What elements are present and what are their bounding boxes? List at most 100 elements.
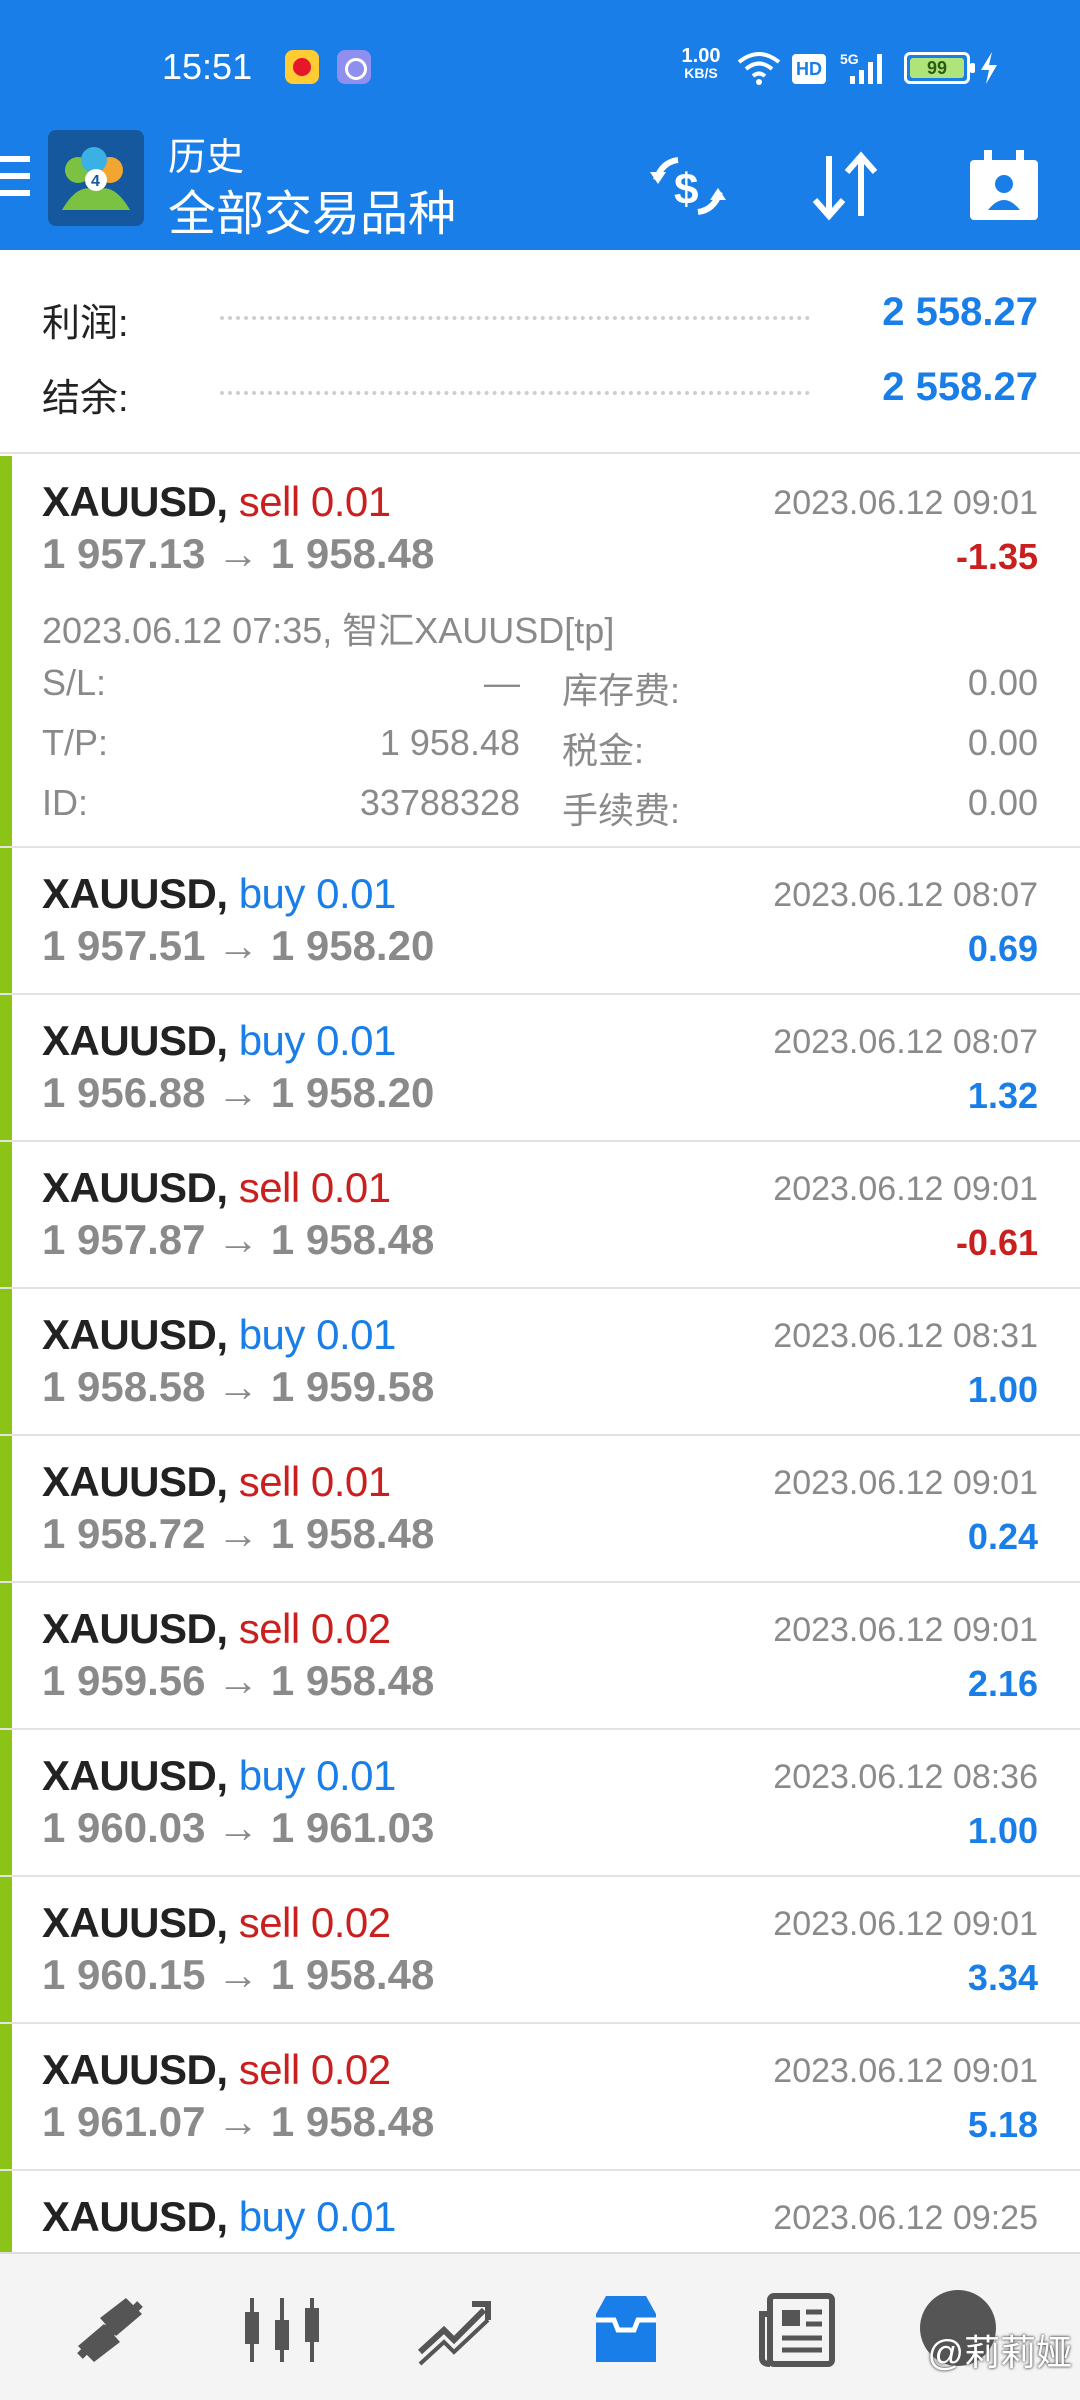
news-icon[interactable] (758, 2290, 838, 2370)
commission-value: 0.00 (967, 782, 1038, 823)
trade-close-time: 2023.06.12 09:01 (773, 1905, 1038, 1943)
page-title: 历史 (168, 137, 245, 179)
trade-close-time: 2023.06.12 09:01 (773, 1464, 1038, 1502)
trade-prices: 1 960.15 → 1 958.48 (42, 1951, 435, 1998)
trade-close-time: 2023.06.12 09:01 (773, 1611, 1038, 1649)
trade-status-bar (0, 1583, 12, 1728)
id-label: ID: (42, 782, 89, 823)
trade-close-time: 2023.06.12 08:07 (773, 1023, 1038, 1061)
trade-close-time: 2023.06.12 08:36 (773, 1758, 1038, 1796)
trade-status-bar (0, 2024, 12, 2169)
trade-history-list[interactable]: XAUUSD, sell 0.01 1 957.13 → 1 958.48 20… (0, 456, 1080, 2252)
trade-icon[interactable] (414, 2290, 494, 2370)
trade-row[interactable]: XAUUSD, sell 0.01 1 957.13 → 1 958.48 20… (0, 456, 1080, 848)
trade-profit: -1.35 (955, 536, 1038, 577)
trade-prices: 1 956.88 → 1 958.20 (42, 1069, 435, 1116)
currency-exchange-icon[interactable]: $ (648, 146, 728, 226)
sl-label: S/L: (42, 662, 107, 703)
app-bar: 4 历史 全部交易品种 $ (0, 126, 1080, 250)
trade-title: XAUUSD, buy 0.01 (42, 1752, 396, 1800)
trade-side: sell 0.02 (238, 1605, 391, 1652)
trade-profit: 1.00 (967, 1369, 1038, 1410)
trade-status-bar (0, 1436, 12, 1581)
trade-prices: 1 958.72 → 1 958.48 (42, 1510, 435, 1557)
trade-side: sell 0.01 (238, 478, 391, 525)
trade-profit: 2.16 (967, 1663, 1038, 1704)
trade-symbol: XAUUSD, (42, 870, 228, 917)
top-bar: 15:51 1.00 KB/S HD 5G 99 4 历史 全部交易品种 $ (0, 0, 1080, 250)
sort-icon[interactable] (805, 146, 885, 226)
trade-profit: -0.61 (955, 1222, 1038, 1263)
trade-symbol: XAUUSD, (42, 1017, 228, 1064)
trade-profit: 0.24 (967, 1516, 1038, 1557)
trade-side: sell 0.02 (238, 2046, 391, 2093)
trade-prices: 1 957.51 → 1 958.20 (42, 922, 435, 969)
trade-title: XAUUSD, sell 0.02 (42, 1899, 391, 1947)
swap-value: 0.00 (967, 662, 1038, 703)
trade-profit: 3.34 (967, 1957, 1038, 1998)
trade-row[interactable]: XAUUSD, sell 0.02 1 959.56 → 1 958.48 20… (0, 1583, 1080, 1730)
trade-prices: 1 961.07 → 1 958.48 (42, 2098, 435, 2145)
trade-status-bar (0, 848, 12, 993)
menu-icon[interactable] (0, 156, 30, 202)
trade-close-time: 2023.06.12 09:01 (773, 2052, 1038, 2090)
weibo-notification-icon (285, 50, 319, 84)
status-time: 15:51 (162, 46, 253, 87)
trade-side: sell 0.01 (238, 1458, 391, 1505)
id-value: 33788328 (359, 782, 520, 823)
trade-symbol: XAUUSD, (42, 2046, 228, 2093)
trade-close-time: 2023.06.12 09:25 (773, 2199, 1038, 2237)
status-bar: 15:51 1.00 KB/S HD 5G 99 (0, 0, 1080, 126)
trade-row[interactable]: XAUUSD, buy 0.01 1 956.88 → 1 958.20 202… (0, 995, 1080, 1142)
chart-candles-icon[interactable] (242, 2290, 322, 2370)
trade-status-bar (0, 2171, 12, 2252)
trade-close-time: 2023.06.12 09:01 (773, 484, 1038, 522)
trade-row[interactable]: XAUUSD, sell 0.01 1 957.87 → 1 958.48 20… (0, 1142, 1080, 1289)
quotes-icon[interactable] (70, 2290, 150, 2370)
trade-row[interactable]: XAUUSD, buy 0.01 2023.06.12 09:25 (0, 2171, 1080, 2252)
trade-symbol: XAUUSD, (42, 1164, 228, 1211)
trade-status-bar (0, 1877, 12, 2022)
trade-side: buy 0.01 (238, 1752, 397, 1799)
trade-prices: 1 960.03 → 1 961.03 (42, 1804, 435, 1851)
trade-status-bar (0, 995, 12, 1140)
history-inbox-icon[interactable] (586, 2290, 666, 2370)
trade-close-time: 2023.06.12 08:31 (773, 1317, 1038, 1355)
svg-text:$: $ (674, 165, 698, 214)
trade-title: XAUUSD, sell 0.01 (42, 1458, 391, 1506)
trade-title: XAUUSD, sell 0.01 (42, 1164, 391, 1212)
balance-row: 结余: 2 558.27 (42, 361, 1038, 421)
trade-symbol: XAUUSD, (42, 2193, 228, 2240)
balance-label: 结余: (42, 378, 129, 420)
trade-close-time: 2023.06.12 08:07 (773, 876, 1038, 914)
signal-icon: 5G (840, 51, 882, 84)
trade-status-bar (0, 1730, 12, 1875)
trade-row[interactable]: XAUUSD, buy 0.01 1 960.03 → 1 961.03 202… (0, 1730, 1080, 1877)
trade-symbol: XAUUSD, (42, 1899, 228, 1946)
profit-value: 2 558.27 (882, 290, 1038, 334)
trade-row[interactable]: XAUUSD, sell 0.02 1 961.07 → 1 958.48 20… (0, 2024, 1080, 2171)
trade-row[interactable]: XAUUSD, buy 0.01 1 958.58 → 1 959.58 202… (0, 1289, 1080, 1436)
app-notification-icon (337, 50, 371, 84)
tp-label: T/P: (42, 722, 109, 763)
trade-title: XAUUSD, buy 0.01 (42, 1017, 396, 1065)
trade-row[interactable]: XAUUSD, buy 0.01 1 957.51 → 1 958.20 202… (0, 848, 1080, 995)
svg-text:5G: 5G (840, 51, 859, 67)
trade-side: buy 0.01 (238, 1311, 397, 1358)
symbol-filter[interactable]: 全部交易品种 (168, 174, 456, 244)
trade-symbol: XAUUSD, (42, 1605, 228, 1652)
summary-panel: 利润: 2 558.27 结余: 2 558.27 (0, 250, 1080, 454)
dotted-leader (220, 316, 810, 320)
trade-prices: 1 958.58 → 1 959.58 (42, 1363, 435, 1410)
trade-title: XAUUSD, sell 0.02 (42, 2046, 391, 2094)
trade-prices: 1 957.87 → 1 958.48 (42, 1216, 435, 1263)
trade-status-bar (0, 1289, 12, 1434)
trade-close-time: 2023.06.12 09:01 (773, 1170, 1038, 1208)
tax-label: 税金: (562, 730, 645, 771)
trade-row[interactable]: XAUUSD, sell 0.02 1 960.15 → 1 958.48 20… (0, 1877, 1080, 2024)
dotted-leader (220, 391, 810, 395)
trade-row[interactable]: XAUUSD, sell 0.01 1 958.72 → 1 958.48 20… (0, 1436, 1080, 1583)
commission-label: 手续费: (562, 790, 681, 831)
account-icon[interactable] (964, 146, 1044, 226)
charging-icon (981, 52, 997, 84)
